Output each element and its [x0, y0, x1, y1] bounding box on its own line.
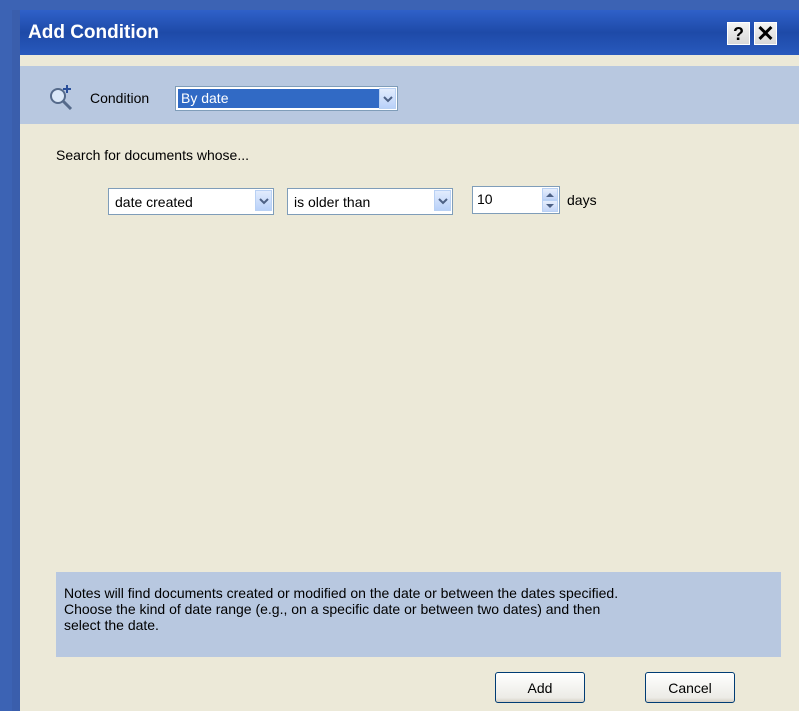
- notes-line: Choose the kind of date range (e.g., on …: [64, 601, 601, 617]
- help-button[interactable]: ?: [727, 22, 750, 45]
- search-intro-label: Search for documents whose...: [56, 147, 249, 163]
- chevron-down-icon[interactable]: [255, 190, 272, 211]
- days-amount-value: 10: [477, 191, 493, 207]
- condition-label: Condition: [90, 90, 150, 106]
- date-field-select[interactable]: date created: [108, 188, 274, 215]
- chevron-down-icon[interactable]: [434, 190, 451, 211]
- search-add-icon: [50, 85, 73, 110]
- title-bar[interactable]: Add Condition: [20, 10, 799, 55]
- desktop-edge: [0, 0, 12, 711]
- notes-line: Notes will find documents created or mod…: [64, 585, 619, 601]
- stepper-up-icon[interactable]: [542, 188, 558, 200]
- operator-value: is older than: [294, 194, 371, 210]
- date-field-value: date created: [115, 194, 193, 210]
- condition-selected-value: By date: [178, 89, 380, 108]
- close-button[interactable]: ✕: [754, 22, 777, 45]
- operator-select[interactable]: is older than: [287, 188, 453, 215]
- notes-help-panel: Notes will find documents created or mod…: [56, 572, 781, 657]
- desktop-background: [0, 0, 799, 10]
- notes-line: select the date.: [64, 617, 159, 633]
- cancel-button[interactable]: Cancel: [645, 672, 735, 703]
- days-amount-stepper[interactable]: 10: [472, 186, 560, 214]
- add-condition-dialog: Add Condition ? ✕ Condition By date Sear…: [20, 10, 799, 711]
- add-button[interactable]: Add: [495, 672, 585, 703]
- dialog-title: Add Condition: [28, 22, 159, 43]
- chevron-down-icon[interactable]: [379, 88, 396, 109]
- condition-select[interactable]: By date: [175, 86, 398, 111]
- stepper-down-icon[interactable]: [542, 200, 558, 212]
- days-unit-label: days: [567, 192, 597, 208]
